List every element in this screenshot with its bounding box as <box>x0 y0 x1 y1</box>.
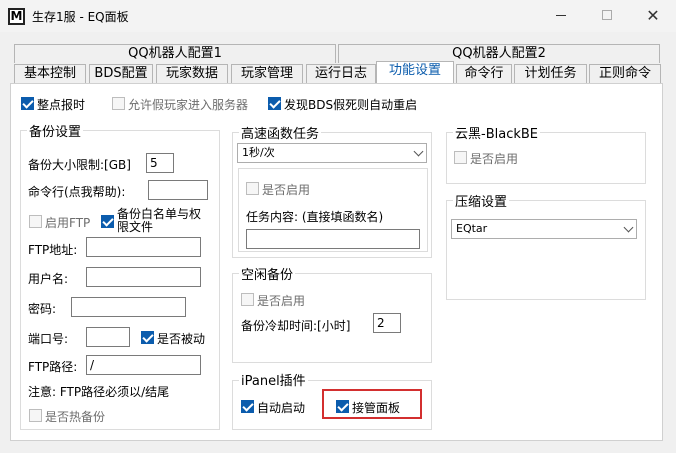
backup-size-label: 备份大小限制:[GB] <box>28 158 131 172</box>
ftp-address-input[interactable] <box>86 237 201 257</box>
ipanel-title: iPanel插件 <box>239 370 308 389</box>
close-button[interactable]: ✕ <box>630 0 676 30</box>
ftp-passive-label: 是否被动 <box>157 332 206 346</box>
fast-function-content-label: 任务内容: (直接填函数名) <box>246 210 384 224</box>
title-bar: M 生存1服 - EQ面板 ✕ <box>0 0 676 32</box>
ftp-password-input[interactable] <box>71 297 186 317</box>
ipanel-takeover-label: 接管面板 <box>352 401 401 415</box>
punctual-label: 整点报时 <box>37 98 86 112</box>
ftp-path-note: 注意: FTP路径必须以/结尾 <box>28 385 170 399</box>
ftp-enable-label: 启用FTP <box>45 216 91 230</box>
ftp-username-input[interactable] <box>86 267 201 287</box>
blackbe-title: 云黑-BlackBE <box>453 123 540 142</box>
compress-format-value: EQtar <box>456 222 488 235</box>
compress-group <box>446 200 646 300</box>
fake-player-label: 允许假玩家进入服务器 <box>128 98 249 112</box>
fast-function-enable-label: 是否启用 <box>262 183 311 197</box>
fast-function-interval-value: 1秒/次 <box>242 146 275 159</box>
ipanel-takeover-checkbox[interactable] <box>336 400 349 413</box>
app-icon: M <box>8 8 25 25</box>
chevron-down-icon <box>623 222 634 233</box>
maximize-icon <box>602 10 612 20</box>
chevron-down-icon <box>413 146 424 157</box>
bds-restart-label: 发现BDS假死则自动重启 <box>284 98 418 112</box>
blackbe-enable-checkbox[interactable] <box>454 151 467 164</box>
backup-cmd-label[interactable]: 命令行(点我帮助): <box>28 183 125 200</box>
tab-run-log[interactable]: 运行日志 <box>306 64 376 83</box>
tab-group-qq-robot-1[interactable]: QQ机器人配置1 <box>14 44 336 63</box>
tab-command-line[interactable]: 命令行 <box>456 64 512 83</box>
idle-backup-cooldown-label: 备份冷却时间:[小时] <box>241 319 351 333</box>
ftp-path-label: FTP路径: <box>28 360 78 374</box>
idle-backup-enable-label: 是否启用 <box>257 294 306 308</box>
backup-whitelist-checkbox[interactable] <box>101 215 114 228</box>
fake-player-checkbox[interactable] <box>112 97 125 110</box>
hot-backup-checkbox[interactable] <box>29 409 42 422</box>
minimize-button[interactable] <box>538 0 584 30</box>
backup-whitelist-label-line1: 备份白名单与权 <box>117 207 202 221</box>
fast-function-content-input[interactable] <box>246 229 420 249</box>
backup-size-input[interactable]: 5 <box>146 153 174 173</box>
ftp-port-label: 端口号: <box>28 332 69 346</box>
idle-backup-cooldown-input[interactable]: 2 <box>373 313 401 333</box>
tab-player-management[interactable]: 玩家管理 <box>231 64 303 83</box>
hot-backup-label: 是否热备份 <box>45 410 106 424</box>
tab-player-data[interactable]: 玩家数据 <box>156 64 228 83</box>
ipanel-autostart-label: 自动启动 <box>257 401 306 415</box>
idle-backup-enable-checkbox[interactable] <box>241 293 254 306</box>
compress-format-select[interactable]: EQtar <box>451 219 637 239</box>
ftp-port-input[interactable] <box>86 327 130 347</box>
fast-function-interval-select[interactable]: 1秒/次 <box>237 143 427 163</box>
maximize-button[interactable] <box>584 0 630 30</box>
tab-regex-commands[interactable]: 正则命令 <box>589 64 661 83</box>
ftp-password-label: 密码: <box>28 302 57 316</box>
compress-title: 压缩设置 <box>453 191 510 210</box>
tab-basic-control[interactable]: 基本控制 <box>14 64 86 83</box>
tab-function-settings[interactable]: 功能设置 <box>376 61 454 83</box>
tab-scheduled-tasks[interactable]: 计划任务 <box>514 64 587 83</box>
backup-cmd-input[interactable] <box>148 180 208 200</box>
ftp-username-label: 用户名: <box>28 272 69 286</box>
fast-function-enable-checkbox[interactable] <box>246 182 259 195</box>
blackbe-enable-label: 是否启用 <box>470 152 519 166</box>
backup-whitelist-label: 备份白名单与权 限文件 <box>117 208 201 234</box>
fast-function-title: 高速函数任务 <box>239 123 322 142</box>
ftp-enable-checkbox[interactable] <box>29 215 42 228</box>
ftp-address-label: FTP地址: <box>28 243 78 257</box>
idle-backup-title: 空闲备份 <box>239 264 296 283</box>
bds-restart-checkbox[interactable] <box>268 97 281 110</box>
minimize-icon <box>556 14 566 16</box>
ipanel-autostart-checkbox[interactable] <box>241 400 254 413</box>
window-title: 生存1服 - EQ面板 <box>32 10 129 24</box>
punctual-checkbox[interactable] <box>21 97 34 110</box>
tab-bds-config[interactable]: BDS配置 <box>89 64 153 83</box>
close-icon: ✕ <box>646 5 660 25</box>
ftp-passive-checkbox[interactable] <box>141 331 154 344</box>
backup-settings-title: 备份设置 <box>27 121 84 140</box>
backup-whitelist-label-line2: 限文件 <box>117 220 154 234</box>
ftp-path-input[interactable]: / <box>86 355 201 375</box>
